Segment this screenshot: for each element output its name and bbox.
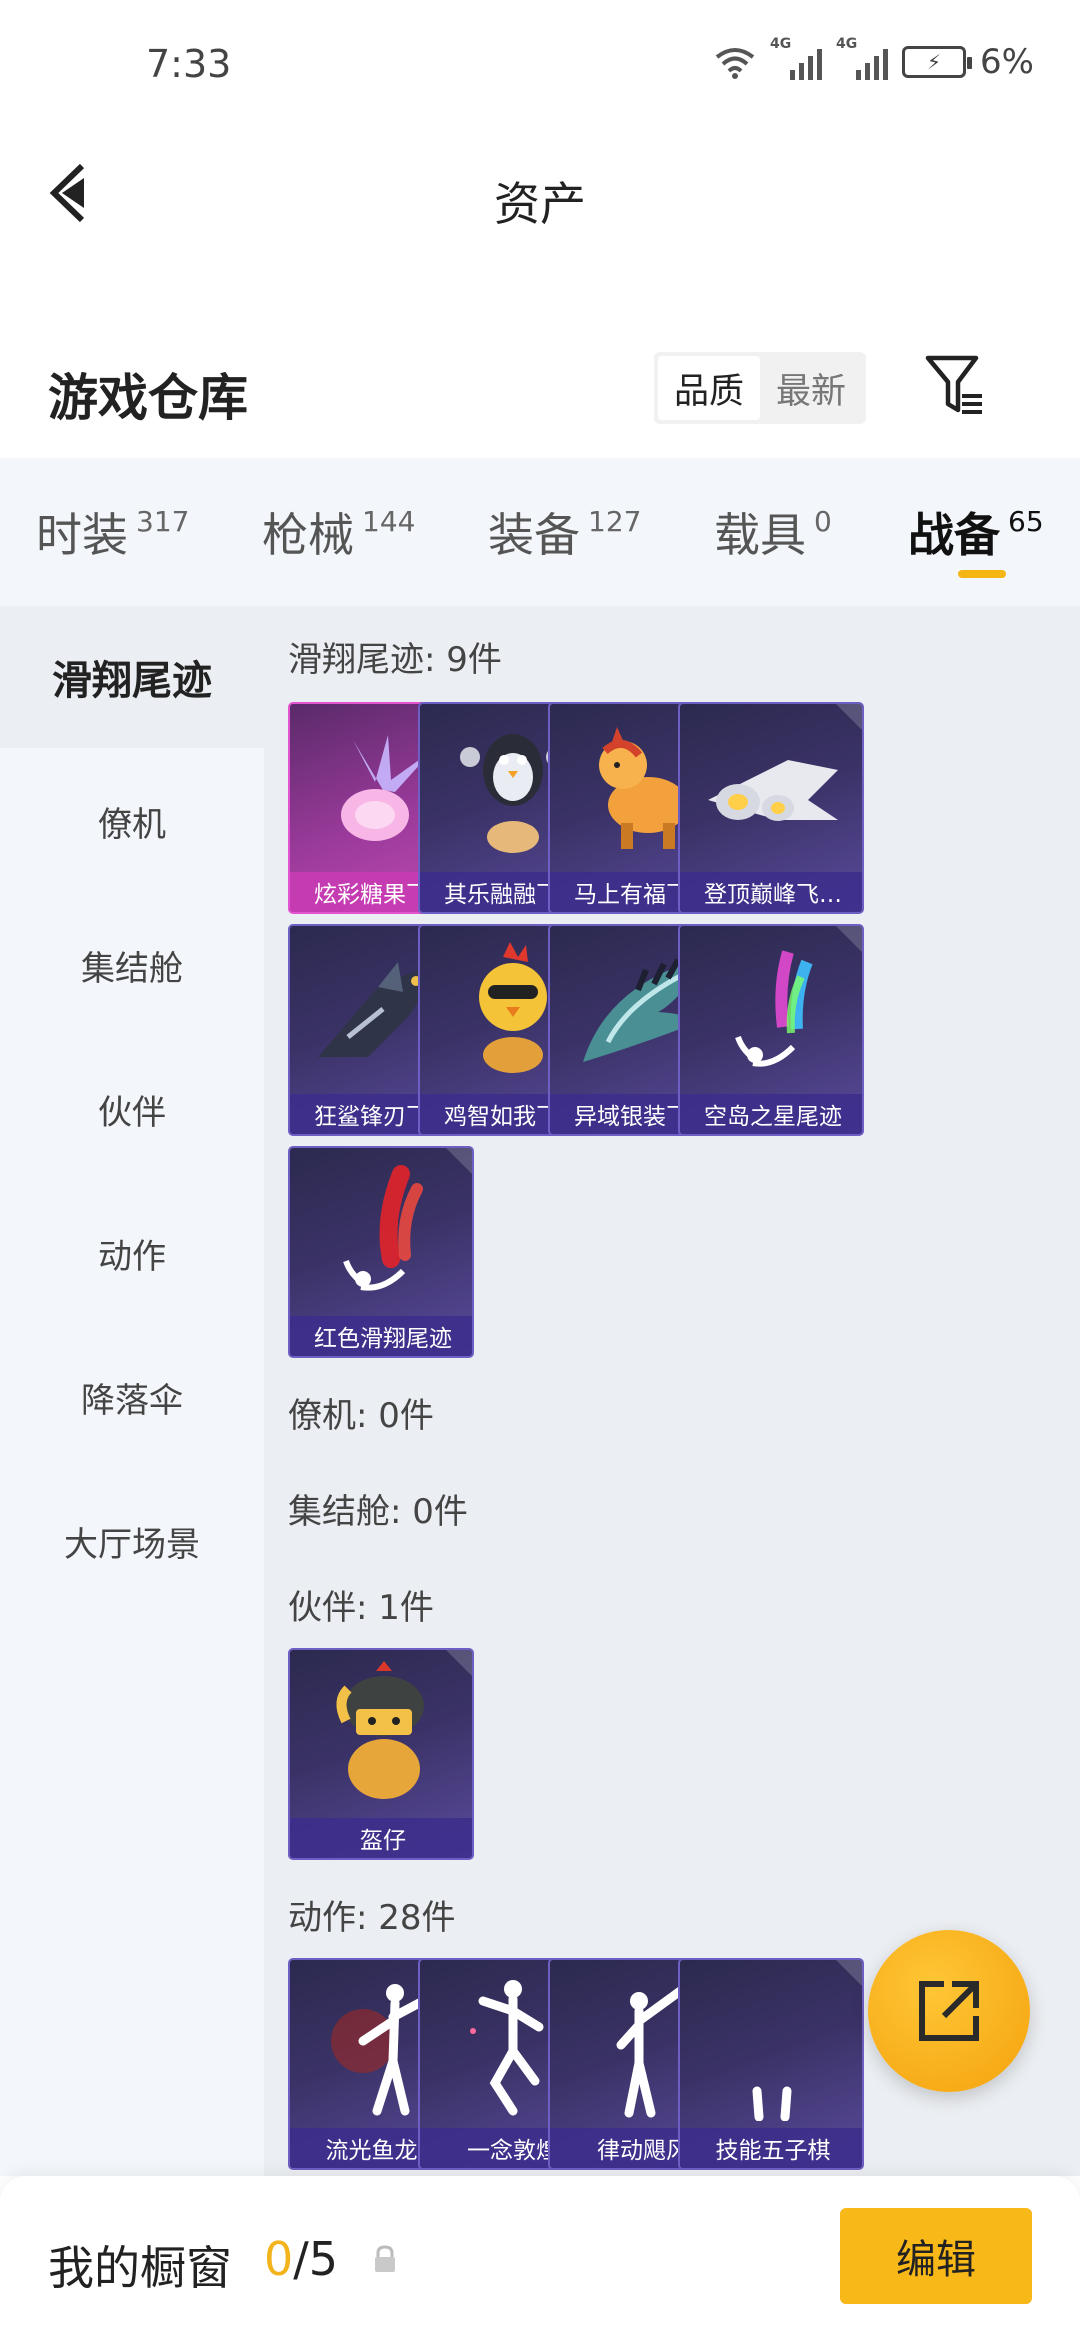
showcase-label: 我的橱窗 bbox=[48, 2241, 232, 2295]
section-heading-glide: 滑翔尾迹: 9件 bbox=[288, 640, 502, 680]
item-card[interactable]: 盔仔 bbox=[288, 1648, 474, 1860]
tab-label: 战备 bbox=[908, 508, 1000, 562]
sidebar-item-pod[interactable]: 集结舱 bbox=[0, 894, 264, 1036]
category-tabs: 时装 317 枪械 144 装备 127 载具 0 战备 65 bbox=[0, 458, 1080, 606]
sidebar-item-partner[interactable]: 伙伴 bbox=[0, 1038, 264, 1180]
sidebar-item-parachute[interactable]: 降落伞 bbox=[0, 1326, 264, 1468]
network-type-1: 4G bbox=[770, 36, 792, 52]
card-corner-decoration bbox=[836, 926, 862, 952]
battery-icon: ⚡ bbox=[902, 46, 973, 78]
item-name: 登顶巅峰飞… bbox=[680, 872, 862, 912]
showcase-current: 0 bbox=[264, 2232, 294, 2286]
tab-label: 装备 bbox=[488, 508, 580, 562]
signal-icon: 4G bbox=[770, 36, 823, 80]
tab-fashion[interactable]: 时装 317 bbox=[36, 458, 189, 606]
card-corner-decoration bbox=[836, 1960, 862, 1986]
filter-icon[interactable] bbox=[924, 352, 986, 418]
status-icons: 4G 4G ⚡ 6% bbox=[714, 36, 1034, 82]
sidebar-item-glide-trail[interactable]: 滑翔尾迹 bbox=[0, 606, 264, 748]
tab-battle-prep[interactable]: 战备 65 bbox=[908, 458, 1044, 606]
section-heading-partner: 伙伴: 1件 bbox=[288, 1588, 434, 1628]
showcase-count: 0/5 bbox=[264, 2232, 338, 2286]
item-name: 技能五子棋 bbox=[680, 2128, 862, 2168]
tab-count: 144 bbox=[362, 504, 416, 538]
sort-toggle: 品质 最新 bbox=[654, 352, 866, 424]
item-name: 盔仔 bbox=[290, 1818, 472, 1858]
tab-vehicles[interactable]: 载具 0 bbox=[714, 458, 832, 606]
bottom-bar: 我的橱窗 0/5 编辑 bbox=[0, 2176, 1080, 2340]
tab-count: 0 bbox=[814, 504, 832, 538]
page-title: 资产 bbox=[494, 177, 586, 231]
sidebar-item-lobby-scene[interactable]: 大厅场景 bbox=[0, 1470, 264, 1612]
sidebar-item-action[interactable]: 动作 bbox=[0, 1182, 264, 1324]
tab-guns[interactable]: 枪械 144 bbox=[262, 458, 415, 606]
section-heading-pod: 集结舱: 0件 bbox=[288, 1492, 468, 1532]
share-icon bbox=[919, 1981, 979, 2041]
item-card[interactable]: 技能五子棋 bbox=[678, 1958, 864, 2170]
item-card[interactable]: 空岛之星尾迹 bbox=[678, 924, 864, 1136]
signal-icon-2: 4G bbox=[836, 36, 889, 80]
tab-count: 65 bbox=[1008, 504, 1044, 538]
section-heading-action: 动作: 28件 bbox=[288, 1898, 456, 1938]
lock-icon bbox=[375, 2245, 395, 2272]
tab-count: 127 bbox=[588, 504, 642, 538]
item-name: 空岛之星尾迹 bbox=[680, 1094, 862, 1134]
card-corner-decoration bbox=[446, 1650, 472, 1676]
item-name: 红色滑翔尾迹 bbox=[290, 1316, 472, 1356]
sidebar-item-wingman[interactable]: 僚机 bbox=[0, 750, 264, 892]
item-card[interactable]: 登顶巅峰飞… bbox=[678, 702, 864, 914]
active-tab-indicator bbox=[958, 570, 1006, 578]
share-fab-button[interactable] bbox=[868, 1930, 1030, 2092]
battery-level: 6% bbox=[980, 42, 1034, 82]
sort-quality-button[interactable]: 品质 bbox=[658, 356, 760, 420]
tab-label: 时装 bbox=[36, 508, 128, 562]
wifi-icon bbox=[715, 48, 755, 79]
tab-count: 317 bbox=[136, 504, 190, 538]
app-header: 资产 bbox=[0, 130, 1080, 260]
tab-label: 枪械 bbox=[262, 508, 354, 562]
card-corner-decoration bbox=[446, 1148, 472, 1174]
status-bar: 7:33 4G 4G ⚡ 6% bbox=[0, 0, 1080, 130]
item-card[interactable]: 红色滑翔尾迹 bbox=[288, 1146, 474, 1358]
section-heading-wingman: 僚机: 0件 bbox=[288, 1396, 434, 1436]
sidebar: 滑翔尾迹 僚机 集结舱 伙伴 动作 降落伞 大厅场景 bbox=[0, 606, 264, 2176]
showcase-total: /5 bbox=[293, 2232, 339, 2286]
card-corner-decoration bbox=[836, 704, 862, 730]
edit-button[interactable]: 编辑 bbox=[840, 2208, 1032, 2304]
tab-equipment[interactable]: 装备 127 bbox=[488, 458, 641, 606]
tab-label: 载具 bbox=[714, 508, 806, 562]
section-title: 游戏仓库 bbox=[48, 369, 248, 427]
network-type-2: 4G bbox=[836, 36, 858, 52]
sort-newest-button[interactable]: 最新 bbox=[760, 356, 862, 420]
status-time: 7:33 bbox=[146, 42, 232, 86]
